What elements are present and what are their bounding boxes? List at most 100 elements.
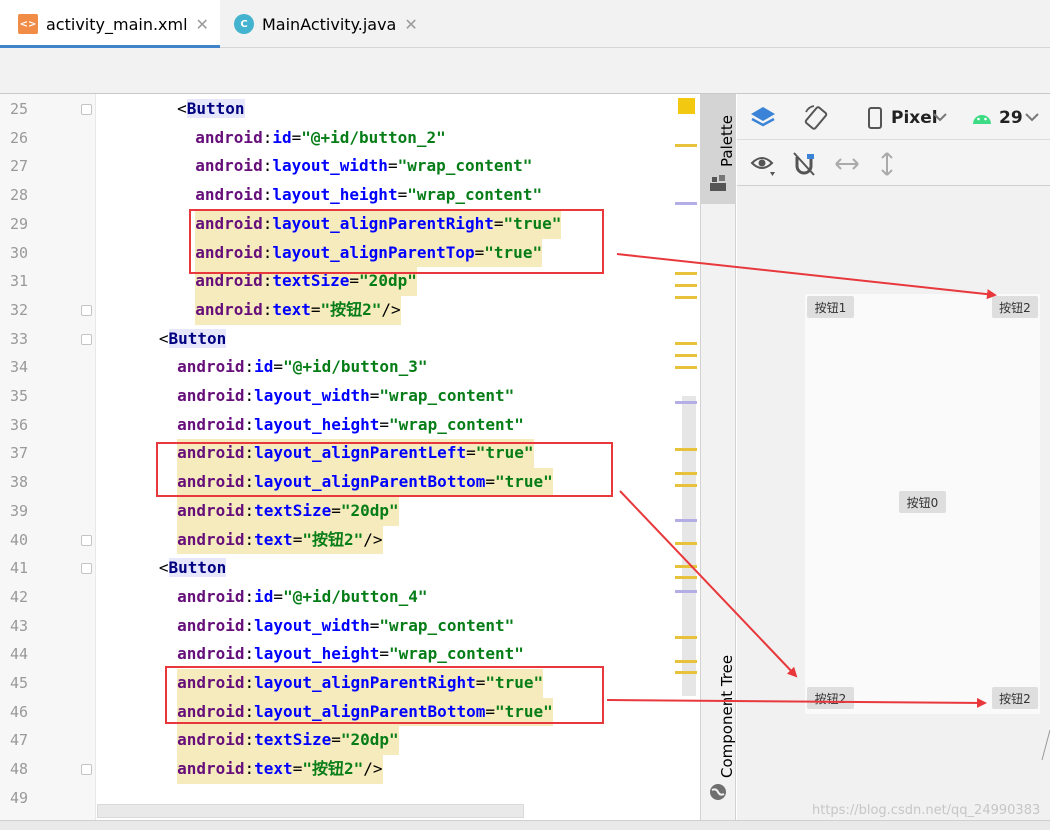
- preview-button-0-center[interactable]: 按钮0: [899, 491, 946, 513]
- fold-marker-icon[interactable]: [81, 304, 92, 316]
- code-token: layout_alignParentBottom: [254, 701, 486, 721]
- code-token: "按钮2": [320, 299, 382, 319]
- code-token: id: [254, 586, 274, 606]
- code-line[interactable]: 33 <Button: [0, 325, 700, 354]
- marker[interactable]: [675, 660, 697, 663]
- marker[interactable]: [675, 671, 697, 674]
- eye-icon[interactable]: [750, 152, 780, 178]
- code-token: android: [177, 529, 245, 549]
- marker[interactable]: [675, 519, 697, 522]
- code-text: <Button: [159, 554, 227, 583]
- code-line[interactable]: 43 android:layout_width="wrap_content": [0, 612, 700, 641]
- palette-label[interactable]: Palette: [718, 115, 736, 167]
- code-text: android:layout_alignParentBottom="true": [177, 468, 553, 497]
- marker[interactable]: [675, 448, 697, 451]
- code-line[interactable]: 32 android:text="按钮2"/>: [0, 295, 700, 325]
- globe-icon: [710, 784, 726, 800]
- tab-activity-main-xml[interactable]: <> activity_main.xml ✕: [0, 0, 220, 49]
- marker[interactable]: [675, 484, 697, 487]
- code-token: Button: [168, 558, 227, 578]
- code-line[interactable]: 47 android:textSize="20dp": [0, 726, 700, 756]
- code-line[interactable]: 37 android:layout_alignParentLeft="true": [0, 439, 700, 469]
- marker[interactable]: [675, 354, 697, 357]
- fold-marker-icon[interactable]: [81, 534, 92, 546]
- marker[interactable]: [675, 576, 697, 579]
- device-icon[interactable]: [866, 106, 884, 130]
- code-token: "@+id/button_3": [283, 357, 428, 377]
- code-line[interactable]: 30 android:layout_alignParentTop="true": [0, 238, 700, 268]
- device-selector[interactable]: Pixel: [891, 108, 938, 128]
- code-token: =: [475, 673, 486, 692]
- warning-indicator-icon[interactable]: [678, 98, 695, 114]
- code-token: =: [387, 156, 398, 176]
- marker[interactable]: [675, 590, 697, 593]
- code-token: />: [363, 759, 383, 779]
- code-line[interactable]: 31 android:textSize="20dp": [0, 267, 700, 296]
- marker[interactable]: [675, 284, 697, 287]
- magnet-off-icon[interactable]: [791, 151, 817, 179]
- preview-button-2-bottom-right[interactable]: 按钮2: [992, 687, 1038, 709]
- fold-marker-icon[interactable]: [81, 333, 92, 345]
- marker[interactable]: [675, 272, 697, 275]
- code-line[interactable]: 46 android:layout_alignParentBottom="true…: [0, 697, 700, 727]
- tab-main-activity-java[interactable]: C MainActivity.java ✕: [222, 0, 432, 48]
- rotate-orientation-icon[interactable]: [802, 104, 830, 132]
- marker[interactable]: [675, 296, 697, 299]
- component-tree-label[interactable]: Component Tree: [718, 655, 736, 778]
- code-token: "wrap_content": [389, 414, 524, 434]
- marker[interactable]: [675, 342, 697, 345]
- code-line[interactable]: 41 <Button: [0, 554, 700, 583]
- code-editor[interactable]: 25 <Button 26 android:id="@+id/button_2" 27 a…: [0, 94, 700, 830]
- marker[interactable]: [675, 202, 697, 205]
- line-number: 26: [10, 128, 29, 147]
- code-line[interactable]: 28 android:layout_height="wrap_content": [0, 181, 700, 210]
- code-line[interactable]: 39 android:textSize="20dp": [0, 496, 700, 526]
- code-line[interactable]: 26 android:id="@+id/button_2": [0, 124, 700, 153]
- code-token: :: [262, 156, 273, 176]
- preview-button-2-top-right[interactable]: 按钮2: [992, 296, 1038, 318]
- code-line[interactable]: 36 android:layout_height="wrap_content": [0, 411, 700, 440]
- code-text: android:text="按钮2"/>: [195, 295, 401, 325]
- line-number: 31: [10, 272, 29, 291]
- marker[interactable]: [675, 144, 697, 147]
- code-line[interactable]: 44 android:layout_height="wrap_content": [0, 640, 700, 669]
- code-line[interactable]: 45 android:layout_alignParentRight="true": [0, 669, 700, 698]
- fold-marker-icon[interactable]: [81, 563, 92, 575]
- vertical-resize-icon[interactable]: [878, 150, 896, 178]
- horizontal-scrollbar[interactable]: [97, 804, 524, 818]
- line-number: 40: [10, 530, 29, 549]
- close-icon[interactable]: ✕: [404, 15, 417, 34]
- marker[interactable]: [675, 472, 697, 475]
- code-line[interactable]: 38 android:layout_alignParentBottom="true…: [0, 468, 700, 497]
- code-line[interactable]: 34 android:id="@+id/button_3": [0, 353, 700, 382]
- preview-button-2-bottom-left[interactable]: 按钮2: [807, 687, 854, 709]
- code-line[interactable]: 29 android:layout_alignParentRight="true": [0, 209, 700, 239]
- vertical-scrollbar[interactable]: [682, 396, 696, 696]
- code-line[interactable]: 25 <Button: [0, 95, 700, 124]
- code-token: layout_alignParentRight: [254, 673, 476, 692]
- fold-marker-icon[interactable]: [81, 764, 92, 776]
- code-line[interactable]: 40 android:text="按钮2"/>: [0, 525, 700, 555]
- code-token: "@+id/button_2": [301, 127, 446, 147]
- layers-icon[interactable]: [749, 105, 777, 131]
- code-line[interactable]: 48 android:text="按钮2"/>: [0, 755, 700, 784]
- preview-button-1[interactable]: 按钮1: [807, 296, 854, 318]
- fold-marker-icon[interactable]: [81, 104, 92, 115]
- code-line[interactable]: 42 android:id="@+id/button_4": [0, 583, 700, 612]
- close-icon[interactable]: ✕: [196, 15, 209, 34]
- marker[interactable]: [675, 542, 697, 545]
- horizontal-resize-icon[interactable]: [833, 155, 861, 173]
- chevron-down-icon[interactable]: [933, 112, 947, 122]
- code-token: :: [244, 443, 255, 463]
- chevron-down-icon[interactable]: [1025, 112, 1039, 122]
- code-line[interactable]: 27 android:layout_width="wrap_content": [0, 152, 700, 181]
- marker[interactable]: [675, 401, 697, 404]
- code-line[interactable]: 35 android:layout_width="wrap_content": [0, 382, 700, 411]
- api-level-selector[interactable]: 29: [999, 108, 1023, 128]
- code-token: <: [177, 99, 187, 118]
- code-token: :: [262, 271, 273, 291]
- line-number: 48: [10, 760, 29, 779]
- marker[interactable]: [675, 636, 697, 639]
- marker[interactable]: [675, 366, 697, 369]
- marker[interactable]: [675, 565, 697, 568]
